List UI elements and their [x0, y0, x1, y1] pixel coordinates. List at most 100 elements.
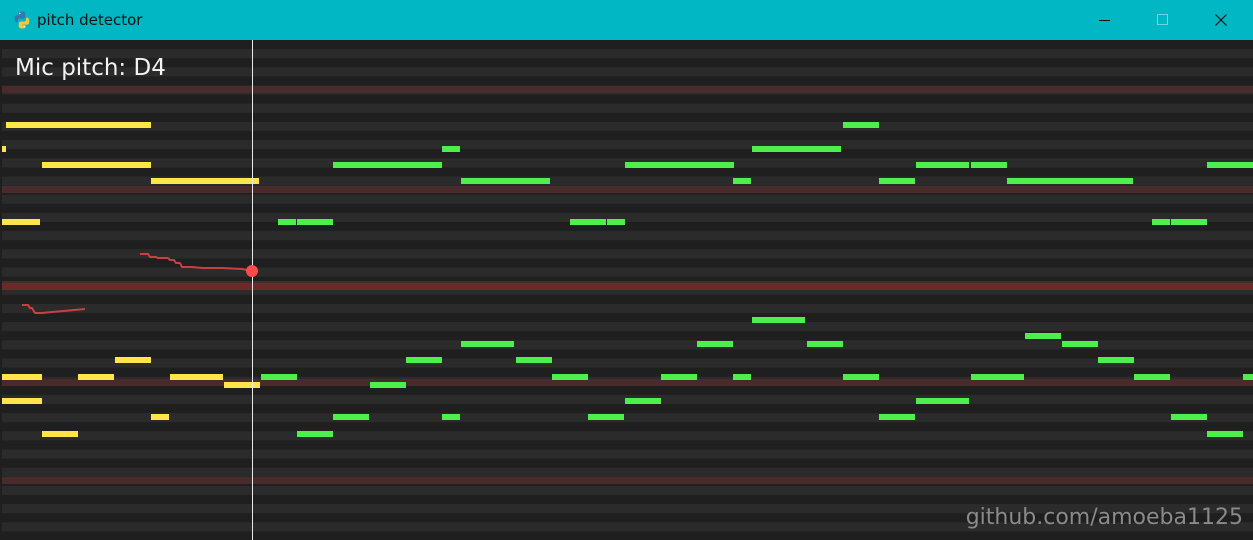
played-note [6, 122, 151, 128]
played-note [2, 219, 40, 225]
upcoming-note [971, 162, 1007, 168]
title-bar[interactable]: pitch detector [0, 0, 1253, 40]
upcoming-note [1243, 374, 1253, 380]
upcoming-note [278, 219, 296, 225]
maximize-icon [1157, 14, 1168, 25]
upcoming-note [733, 374, 751, 380]
python-icon [14, 11, 30, 29]
upcoming-note [971, 374, 1024, 380]
detected-pitch-lane [2, 283, 1253, 290]
played-note [170, 178, 259, 184]
upcoming-note [607, 219, 625, 225]
window-title: pitch detector [37, 11, 143, 29]
upcoming-note [315, 219, 333, 225]
watermark: github.com/amoeba1125 [965, 505, 1243, 530]
piano-roll [2, 40, 1253, 540]
upcoming-note [261, 374, 297, 380]
lane [2, 121, 1253, 131]
upcoming-note [752, 317, 805, 323]
upcoming-note [1171, 414, 1207, 420]
app-window: pitch detector Mic pitch: D4 github.com/… [0, 0, 1253, 540]
upcoming-note [297, 219, 315, 225]
upcoming-note [916, 162, 969, 168]
played-note [151, 178, 171, 184]
lane [2, 322, 1253, 332]
played-note [224, 382, 260, 388]
c-lane [2, 379, 1253, 386]
upcoming-note [588, 219, 606, 225]
lane [2, 267, 1253, 277]
played-note [115, 357, 151, 363]
lane [2, 431, 1253, 441]
maximize-button[interactable] [1134, 0, 1192, 40]
upcoming-note [916, 398, 969, 404]
c-lane [2, 186, 1253, 193]
upcoming-note [442, 414, 460, 420]
played-note [42, 431, 78, 437]
lane [2, 413, 1253, 423]
upcoming-note [625, 162, 734, 168]
lane [2, 358, 1253, 368]
upcoming-note [1098, 357, 1134, 363]
upcoming-note [1062, 341, 1098, 347]
upcoming-note [697, 341, 733, 347]
upcoming-note [442, 146, 460, 152]
minimize-button[interactable] [1076, 0, 1134, 40]
lane [2, 485, 1253, 495]
upcoming-note [333, 162, 442, 168]
upcoming-note [333, 414, 369, 420]
c-lane [2, 86, 1253, 93]
piano-roll-area[interactable]: Mic pitch: D4 github.com/amoeba1125 [2, 40, 1253, 540]
upcoming-note [807, 341, 843, 347]
upcoming-note [370, 382, 406, 388]
lane [2, 231, 1253, 241]
upcoming-note [1207, 162, 1253, 168]
upcoming-note [879, 178, 915, 184]
played-note [151, 414, 169, 420]
upcoming-note [1152, 219, 1170, 225]
played-note [170, 374, 223, 380]
lane [2, 249, 1253, 259]
lane [2, 103, 1253, 113]
lane [2, 449, 1253, 459]
played-note [78, 374, 114, 380]
upcoming-note [625, 398, 661, 404]
upcoming-note [1007, 178, 1133, 184]
minimize-icon [1099, 20, 1110, 21]
upcoming-note [843, 374, 879, 380]
played-note [2, 398, 42, 404]
upcoming-note [406, 357, 442, 363]
upcoming-note [879, 414, 915, 420]
current-pitch-marker [246, 265, 258, 277]
upcoming-note [516, 357, 552, 363]
lane [2, 140, 1253, 150]
upcoming-note [843, 122, 879, 128]
upcoming-note [661, 374, 697, 380]
played-note [2, 374, 42, 380]
lane [2, 303, 1253, 313]
upcoming-note [588, 414, 624, 420]
upcoming-note [461, 178, 550, 184]
upcoming-note [733, 178, 751, 184]
upcoming-note [570, 219, 588, 225]
lane [2, 212, 1253, 222]
upcoming-note [1171, 219, 1189, 225]
lane [2, 194, 1253, 204]
upcoming-note [461, 341, 514, 347]
mic-pitch-label: Mic pitch: D4 [15, 55, 166, 81]
lane [2, 467, 1253, 477]
upcoming-note [1025, 333, 1061, 339]
c-lane [2, 477, 1253, 484]
played-note [42, 162, 151, 168]
lane [2, 49, 1253, 59]
upcoming-note [752, 146, 841, 152]
upcoming-note [297, 431, 333, 437]
close-icon [1215, 14, 1227, 26]
upcoming-note [552, 374, 588, 380]
close-button[interactable] [1192, 0, 1250, 40]
played-note [2, 146, 6, 152]
lane [2, 67, 1253, 77]
upcoming-note [1189, 219, 1207, 225]
upcoming-note [1134, 374, 1170, 380]
upcoming-note [1207, 431, 1243, 437]
